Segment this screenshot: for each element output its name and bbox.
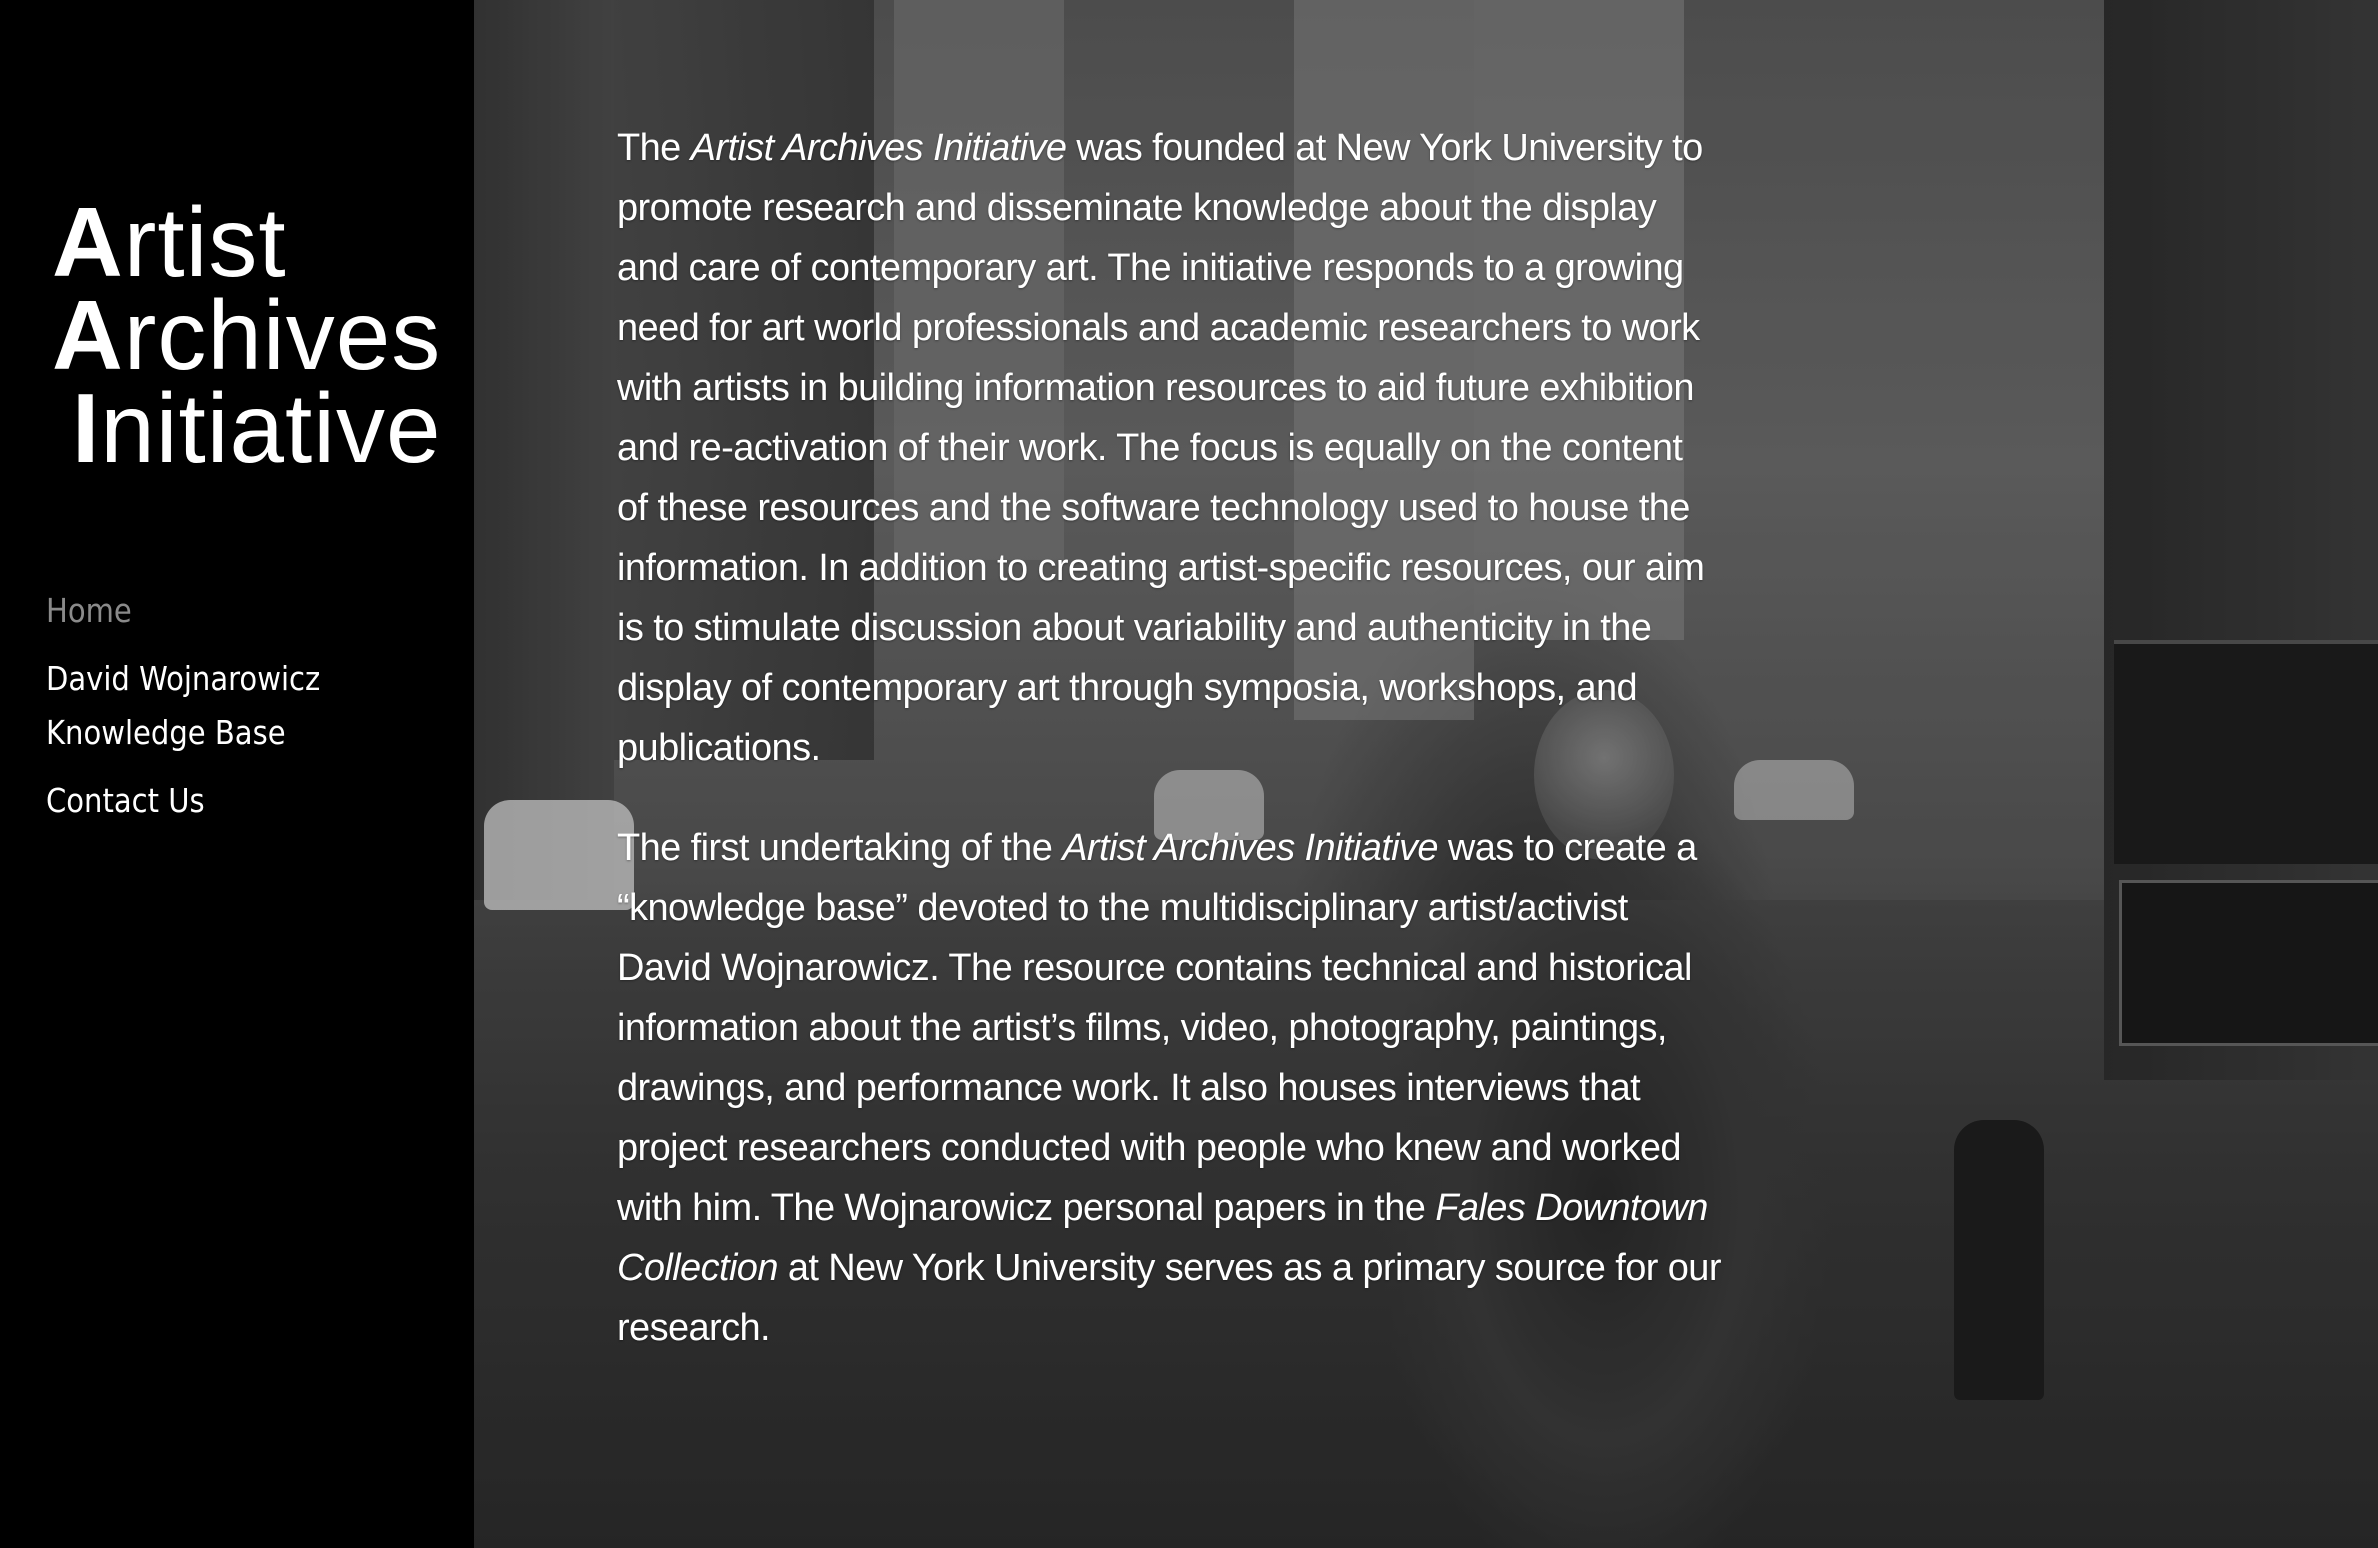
paragraph-line: publications. — [617, 727, 821, 769]
paragraph-line: of these resources and the software tech… — [617, 487, 1690, 529]
logo-line-artist: Artist — [52, 187, 287, 297]
paragraph-line: The first undertaking of the Artist Arch… — [617, 827, 1697, 869]
paragraph-line: information about the artist’s films, vi… — [617, 1007, 1667, 1049]
page: Artist Archives Initiative Home David Wo… — [0, 0, 2378, 1548]
italic-title: Artist Archives Initiative — [1062, 827, 1438, 869]
intro-paragraph-2: The first undertaking of the Artist Arch… — [617, 818, 1817, 1358]
paragraph-line: The Artist Archives Initiative was found… — [617, 127, 1703, 169]
nav-item-home[interactable]: Home — [46, 584, 320, 638]
nav-item-knowledge-base[interactable]: David Wojnarowicz Knowledge Base — [46, 652, 320, 760]
paragraph-line: information. In addition to creating art… — [617, 547, 1705, 589]
sidebar: Artist Archives Initiative Home David Wo… — [0, 0, 474, 1548]
paragraph-line: research. — [617, 1307, 771, 1349]
site-logo[interactable]: Artist Archives Initiative — [52, 187, 442, 483]
logo-line-archives: Archives — [52, 280, 442, 390]
paragraph-line: and care of contemporary art. The initia… — [617, 247, 1684, 289]
paragraph-line: “knowledge base” devoted to the multidis… — [617, 887, 1628, 929]
logo-line-initiative: Initiative — [72, 373, 442, 483]
nav-item-knowledge-base-line2: Knowledge Base — [46, 713, 286, 752]
paragraph-line: David Wojnarowicz. The resource contains… — [617, 947, 1692, 989]
nav-item-knowledge-base-line1: David Wojnarowicz — [46, 659, 321, 698]
paragraph-line: promote research and disseminate knowled… — [617, 187, 1657, 229]
intro-paragraph-1: The Artist Archives Initiative was found… — [617, 118, 1817, 778]
paragraph-line: display of contemporary art through symp… — [617, 667, 1638, 709]
intro-content: The Artist Archives Initiative was found… — [617, 118, 1817, 1398]
paragraph-line: and re-activation of their work. The foc… — [617, 427, 1683, 469]
paragraph-line: with him. The Wojnarowicz personal paper… — [617, 1187, 1708, 1229]
paragraph-line: is to stimulate discussion about variabi… — [617, 607, 1652, 649]
italic-title: Fales Downtown — [1435, 1187, 1708, 1229]
italic-title: Artist Archives Initiative — [690, 127, 1067, 169]
paragraph-line: project researchers conducted with peopl… — [617, 1127, 1682, 1169]
italic-title: Collection — [617, 1247, 778, 1289]
paragraph-line: Collection at New York University serves… — [617, 1247, 1721, 1289]
paragraph-line: need for art world professionals and aca… — [617, 307, 1700, 349]
nav-item-contact[interactable]: Contact Us — [46, 774, 320, 828]
paragraph-line: drawings, and performance work. It also … — [617, 1067, 1641, 1109]
paragraph-line: with artists in building information res… — [617, 367, 1694, 409]
main-nav: Home David Wojnarowicz Knowledge Base Co… — [46, 584, 320, 842]
